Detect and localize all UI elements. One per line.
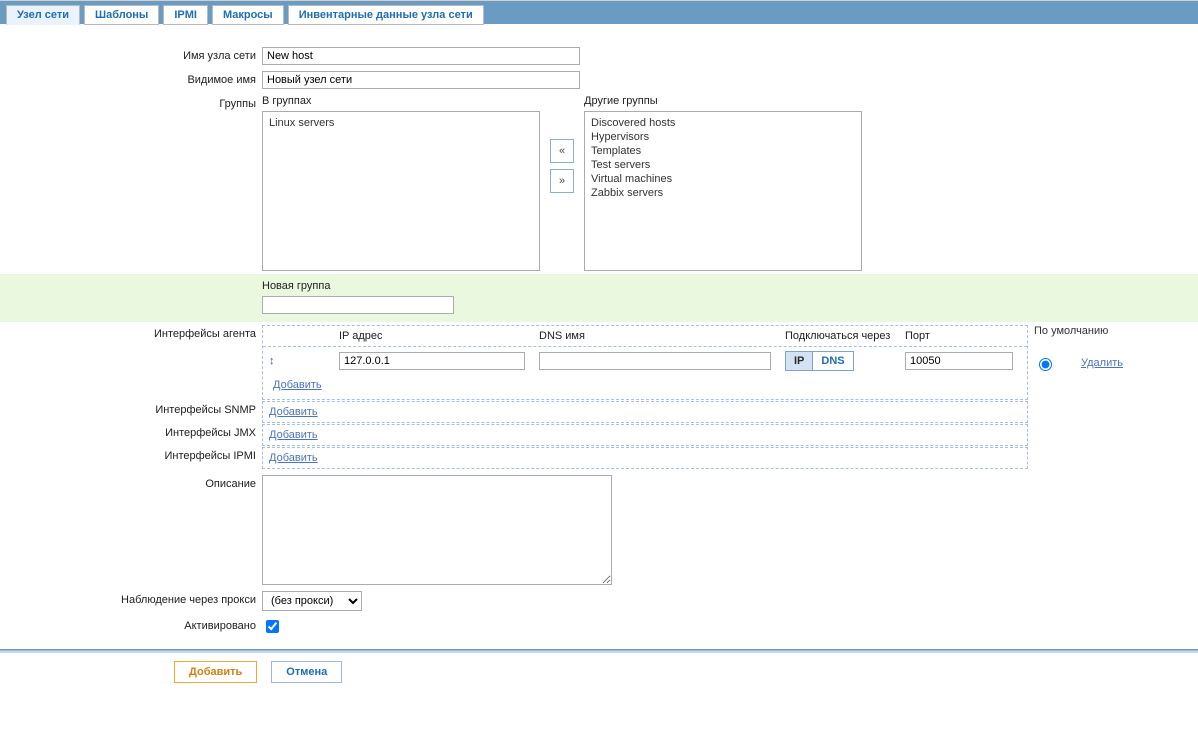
label-enabled: Активировано (0, 617, 262, 636)
move-left-button[interactable]: « (550, 139, 574, 163)
agent-default-radio[interactable] (1039, 358, 1052, 371)
agent-ip-input[interactable] (339, 352, 525, 370)
list-item[interactable]: Discovered hosts (591, 116, 859, 130)
agent-port-input[interactable] (905, 352, 1013, 370)
tab-inventory[interactable]: Инвентарные данные узла сети (288, 5, 484, 25)
label-in-groups: В группах (262, 95, 540, 111)
connect-ip-button[interactable]: IP (785, 351, 812, 371)
label-hostname: Имя узла сети (0, 47, 262, 65)
submit-button[interactable]: Добавить (174, 661, 257, 683)
proxy-select[interactable]: (без прокси) (262, 591, 362, 611)
label-proxy: Наблюдение через прокси (0, 591, 262, 611)
tabs-bar: Узел сети Шаблоны IPMI Макросы Инвентарн… (0, 0, 1198, 24)
list-item[interactable]: Virtual machines (591, 172, 859, 186)
move-right-button[interactable]: » (550, 169, 574, 193)
label-agent-interfaces: Интерфейсы агента (0, 325, 262, 340)
col-port-header: Порт (905, 330, 1021, 342)
label-ipmi-interfaces: Интерфейсы IPMI (0, 447, 262, 462)
agent-delete-link[interactable]: Удалить (1081, 357, 1123, 369)
col-conn-header: Подключаться через (785, 330, 905, 342)
list-item[interactable]: Hypervisors (591, 130, 859, 144)
list-item[interactable]: Linux servers (269, 116, 537, 130)
list-item[interactable]: Zabbix servers (591, 186, 859, 200)
list-item[interactable]: Templates (591, 144, 859, 158)
agent-add-link[interactable]: Добавить (269, 375, 328, 395)
description-textarea[interactable] (262, 475, 612, 585)
tab-templates[interactable]: Шаблоны (84, 5, 159, 25)
col-dns-header: DNS имя (539, 330, 785, 342)
visible-name-input[interactable] (262, 71, 580, 89)
list-item[interactable]: Test servers (591, 158, 859, 172)
cancel-button[interactable]: Отмена (271, 661, 342, 683)
label-other-groups: Другие группы (584, 95, 862, 111)
tab-macros[interactable]: Макросы (212, 5, 284, 25)
drag-handle-icon[interactable]: ↕ (269, 355, 275, 367)
tab-ipmi[interactable]: IPMI (163, 5, 208, 25)
enabled-checkbox[interactable] (266, 620, 279, 633)
other-groups-listbox[interactable]: Discovered hosts Hypervisors Templates T… (584, 111, 862, 271)
col-ip-header: IP адрес (339, 330, 539, 342)
connect-dns-button[interactable]: DNS (812, 351, 853, 371)
agent-interfaces-block: IP адрес DNS имя Подключаться через Порт… (262, 325, 1028, 400)
label-default: По умолчанию (1034, 325, 1114, 355)
hostname-input[interactable] (262, 47, 580, 65)
label-groups: Группы (0, 95, 262, 271)
label-description: Описание (0, 475, 262, 490)
in-groups-listbox[interactable]: Linux servers (262, 111, 540, 271)
label-jmx-interfaces: Интерфейсы JMX (0, 424, 262, 439)
snmp-add-link[interactable]: Добавить (263, 402, 324, 422)
tab-host[interactable]: Узел сети (6, 5, 80, 25)
label-visible-name: Видимое имя (0, 71, 262, 89)
label-new-group: Новая группа (262, 280, 1198, 296)
ipmi-add-link[interactable]: Добавить (263, 448, 324, 468)
agent-dns-input[interactable] (539, 352, 771, 370)
new-group-input[interactable] (262, 296, 454, 314)
jmx-add-link[interactable]: Добавить (263, 425, 324, 445)
label-snmp-interfaces: Интерфейсы SNMP (0, 401, 262, 416)
